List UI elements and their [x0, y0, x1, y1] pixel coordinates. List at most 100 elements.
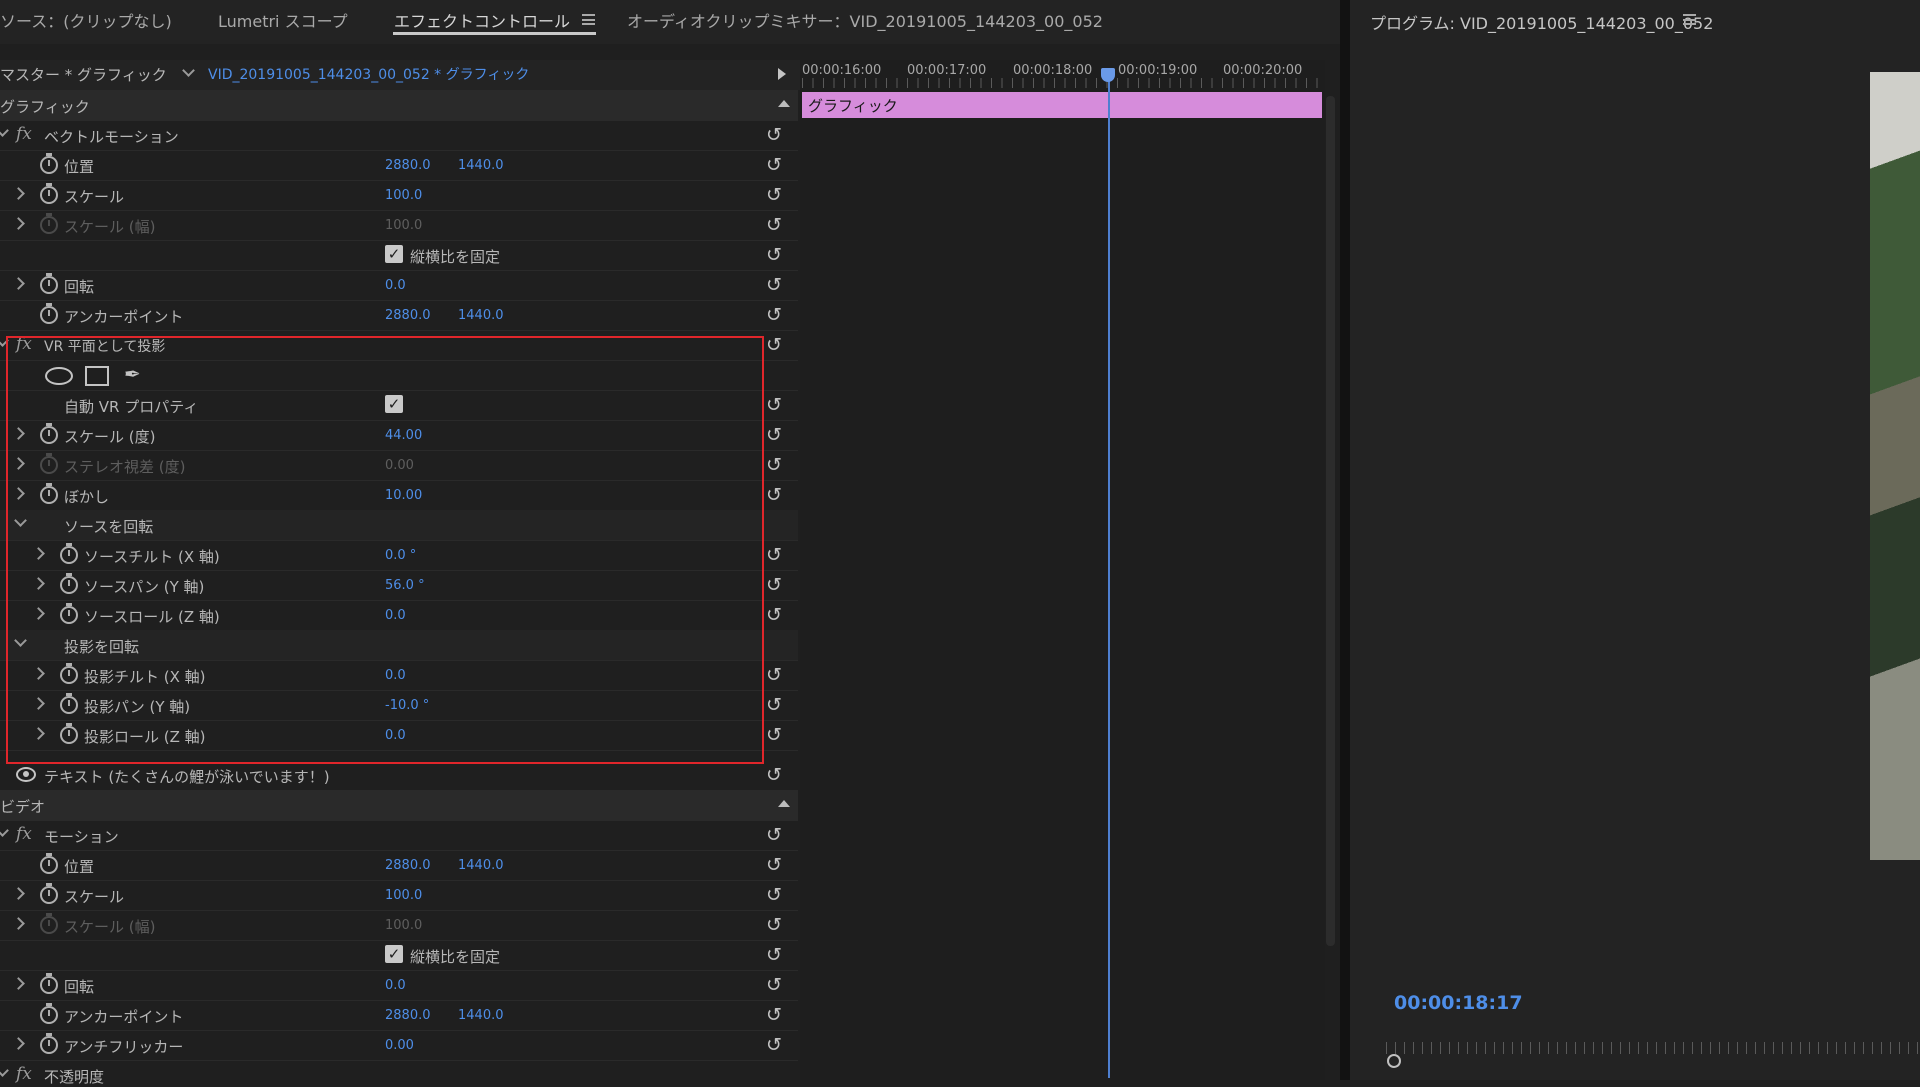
reset-icon[interactable]: ↺: [766, 124, 782, 146]
panel-menu-icon[interactable]: [582, 14, 595, 25]
stopwatch-icon[interactable]: [40, 153, 58, 174]
stopwatch-icon: [40, 913, 58, 934]
param-value-y[interactable]: 1440.0: [458, 858, 504, 873]
reset-icon[interactable]: ↺: [766, 544, 782, 566]
reset-icon[interactable]: ↺: [766, 574, 782, 596]
collapse-up-icon[interactable]: [778, 100, 790, 107]
param-value-y[interactable]: 1440.0: [458, 158, 504, 173]
param-value-x[interactable]: 2880.0: [385, 308, 431, 323]
layer-text-row[interactable]: テキスト (たくさんの鯉が泳いでいます！) ↺: [0, 760, 798, 791]
panel-divider[interactable]: [1340, 0, 1350, 1080]
param-label: アンカーポイント: [64, 1008, 184, 1026]
panel-menu-icon[interactable]: [1683, 14, 1696, 25]
timecode-label: 00:00:20:00: [1223, 63, 1303, 78]
reset-icon[interactable]: ↺: [766, 484, 782, 506]
param-label: 位置: [64, 158, 95, 176]
effect-opacity[interactable]: fx 不透明度: [0, 1060, 798, 1086]
reset-icon[interactable]: ↺: [766, 154, 782, 176]
param-label: アンチフリッカー: [64, 1038, 184, 1056]
reset-icon[interactable]: ↺: [766, 854, 782, 876]
eye-icon[interactable]: [16, 767, 36, 782]
reset-icon[interactable]: ↺: [766, 884, 782, 906]
reset-icon[interactable]: ↺: [766, 824, 782, 846]
tab-audio-clip-mixer[interactable]: オーディオクリップミキサー：VID_20191005_144203_00_052: [627, 8, 1103, 32]
chevron-down-icon[interactable]: [0, 1064, 9, 1077]
reset-icon[interactable]: ↺: [766, 424, 782, 446]
reset-icon[interactable]: ↺: [766, 214, 782, 236]
reset-icon[interactable]: ↺: [766, 914, 782, 936]
sequence-clip-label[interactable]: VID_20191005_144203_00_052 * グラフィック: [208, 64, 529, 84]
param-value[interactable]: 0.0: [385, 278, 406, 293]
checkbox-label: 縦横比を固定: [410, 948, 501, 966]
reset-icon[interactable]: ↺: [766, 724, 782, 746]
reset-icon[interactable]: ↺: [766, 394, 782, 416]
stopwatch-icon[interactable]: [40, 1003, 58, 1024]
reset-icon[interactable]: ↺: [766, 764, 782, 786]
stopwatch-icon[interactable]: [40, 883, 58, 904]
time-ruler[interactable]: [802, 78, 1322, 88]
tab-effect-controls[interactable]: エフェクトコントロール: [394, 8, 570, 32]
chevron-right-icon[interactable]: [12, 887, 25, 900]
chevron-right-icon[interactable]: [12, 187, 25, 200]
param-value[interactable]: 0.00: [385, 1038, 414, 1053]
chevron-right-icon[interactable]: [12, 977, 25, 990]
chevron-down-icon[interactable]: [0, 124, 9, 137]
reset-icon[interactable]: ↺: [766, 944, 782, 966]
reset-icon[interactable]: ↺: [766, 604, 782, 626]
program-monitor-title[interactable]: プログラム: VID_20191005_144203_00_052: [1370, 10, 1713, 34]
reset-icon[interactable]: ↺: [766, 304, 782, 326]
chevron-down-icon[interactable]: [182, 64, 195, 77]
reset-icon[interactable]: ↺: [766, 1004, 782, 1026]
tab-lumetri-scopes[interactable]: Lumetri スコープ: [218, 8, 348, 32]
fx-icon[interactable]: fx: [16, 124, 32, 144]
param-value-x[interactable]: 2880.0: [385, 158, 431, 173]
reset-icon[interactable]: ↺: [766, 1034, 782, 1056]
uniform-scale-checkbox[interactable]: ✓: [385, 245, 403, 263]
param-value[interactable]: 100.0: [385, 188, 422, 203]
fx-icon[interactable]: fx: [16, 1064, 32, 1084]
param-row: スケール (幅) 100.0 ↺: [0, 210, 798, 241]
reset-icon[interactable]: ↺: [766, 184, 782, 206]
chevron-right-icon[interactable]: [12, 1037, 25, 1050]
fx-icon[interactable]: fx: [16, 824, 32, 844]
effect-motion[interactable]: fx モーション ↺: [0, 820, 798, 851]
chevron-down-icon[interactable]: [0, 824, 9, 837]
param-value-y[interactable]: 1440.0: [458, 1008, 504, 1023]
chevron-right-icon[interactable]: [12, 917, 25, 930]
program-time-ruler[interactable]: [1386, 1042, 1920, 1054]
stopwatch-icon[interactable]: [40, 973, 58, 994]
collapse-up-icon[interactable]: [778, 800, 790, 807]
reset-icon[interactable]: ↺: [766, 334, 782, 356]
playhead-timecode[interactable]: 00:00:18:17: [1394, 992, 1523, 1014]
param-label: 回転: [64, 278, 95, 296]
zoom-scroll-handle[interactable]: [1387, 1054, 1401, 1068]
param-value-x[interactable]: 2880.0: [385, 858, 431, 873]
chevron-right-icon[interactable]: [12, 277, 25, 290]
uniform-scale-checkbox[interactable]: ✓: [385, 945, 403, 963]
param-value[interactable]: 0.0: [385, 978, 406, 993]
playhead-handle[interactable]: [1101, 68, 1115, 82]
stopwatch-icon[interactable]: [40, 303, 58, 324]
tab-source[interactable]: ソース：(クリップなし): [0, 8, 172, 32]
stopwatch-icon[interactable]: [40, 273, 58, 294]
param-value[interactable]: 100.0: [385, 888, 422, 903]
reset-icon[interactable]: ↺: [766, 244, 782, 266]
param-value-y[interactable]: 1440.0: [458, 308, 504, 323]
effect-vector-motion[interactable]: fx ベクトルモーション ↺: [0, 120, 798, 151]
chevron-right-icon[interactable]: [12, 217, 25, 230]
reset-icon[interactable]: ↺: [766, 664, 782, 686]
param-value-x[interactable]: 2880.0: [385, 1008, 431, 1023]
reset-icon[interactable]: ↺: [766, 694, 782, 716]
stopwatch-icon[interactable]: [40, 853, 58, 874]
reset-icon[interactable]: ↺: [766, 974, 782, 996]
effect-timeline[interactable]: [800, 60, 1325, 1080]
stopwatch-icon[interactable]: [40, 1033, 58, 1054]
effect-title: モーション: [44, 828, 119, 846]
vertical-scrollbar[interactable]: [1326, 96, 1335, 946]
stopwatch-icon[interactable]: [40, 183, 58, 204]
master-clip-label[interactable]: マスター * グラフィック: [0, 64, 167, 85]
play-only-clip-icon[interactable]: [778, 68, 786, 80]
reset-icon[interactable]: ↺: [766, 274, 782, 296]
playhead-line[interactable]: [1108, 78, 1110, 1078]
reset-icon[interactable]: ↺: [766, 454, 782, 476]
